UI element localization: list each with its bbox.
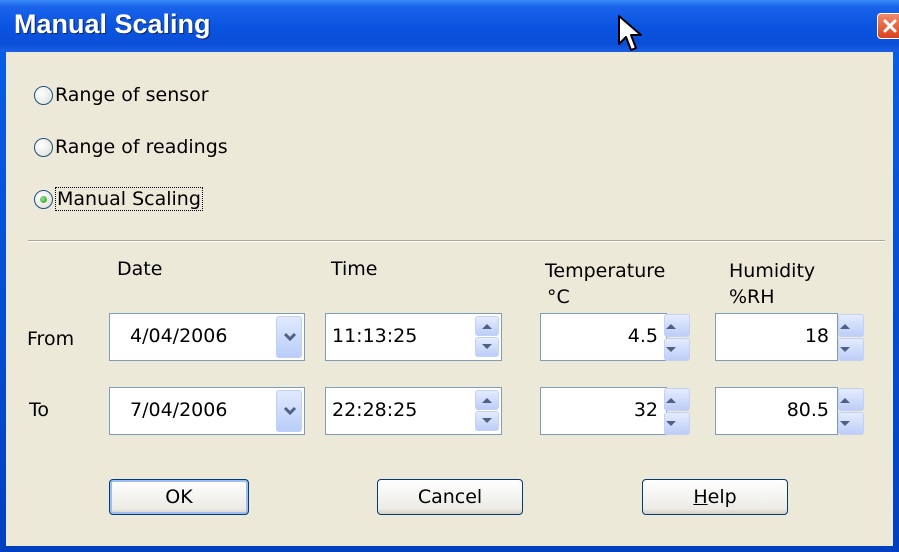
chevron-down-icon	[283, 406, 297, 416]
arrow-up-icon	[482, 398, 492, 403]
from-time-value: 11:13:25	[332, 325, 418, 347]
spin-up-button[interactable]	[838, 314, 864, 337]
to-temperature-field[interactable]: 32	[540, 387, 667, 435]
arrow-down-icon	[840, 421, 850, 426]
mouse-cursor-icon	[618, 15, 642, 51]
dialog-body: Range of sensor Range of readings Manual…	[6, 52, 893, 546]
from-humidity-spinner[interactable]	[838, 313, 864, 361]
radio-button[interactable]	[34, 85, 53, 105]
radio-manual-scaling[interactable]: Manual Scaling	[34, 185, 203, 213]
to-date-combo[interactable]: 7/04/2006	[109, 387, 305, 435]
radio-label: Range of readings	[55, 136, 228, 158]
arrow-down-icon	[482, 418, 492, 423]
column-header-humidity: Humidity %RH	[729, 258, 815, 310]
dialog-window: Manual Scaling Range of sensor Range of …	[0, 0, 899, 552]
radio-label: Manual Scaling	[55, 187, 203, 211]
column-header-temperature: Temperature °C	[545, 258, 665, 310]
ok-label: OK	[165, 486, 193, 508]
spin-up-button[interactable]	[475, 390, 499, 410]
to-temperature-spinner[interactable]	[664, 387, 690, 435]
from-time-spin[interactable]: 11:13:25	[325, 313, 502, 361]
arrow-down-icon	[482, 344, 492, 349]
from-temperature-value: 4.5	[627, 325, 658, 347]
spin-up-button[interactable]	[664, 314, 690, 337]
from-humidity-field[interactable]: 18	[715, 313, 838, 361]
to-humidity-field[interactable]: 80.5	[715, 387, 838, 435]
to-humidity-spinner[interactable]	[838, 387, 864, 435]
to-date-value: 7/04/2006	[130, 399, 228, 421]
radio-range-of-readings[interactable]: Range of readings	[34, 133, 228, 161]
humidity-unit: %RH	[729, 286, 775, 308]
column-header-date: Date	[117, 258, 163, 280]
dropdown-button[interactable]	[276, 390, 302, 432]
humidity-title: Humidity	[729, 260, 816, 282]
arrow-up-icon	[840, 398, 850, 403]
radio-label: Range of sensor	[55, 84, 209, 106]
arrow-down-icon	[840, 347, 850, 352]
temperature-unit: °C	[547, 286, 570, 308]
from-date-value: 4/04/2006	[130, 325, 228, 347]
arrow-up-icon	[840, 324, 850, 329]
spin-down-button[interactable]	[475, 337, 499, 357]
close-icon	[883, 19, 897, 33]
close-button[interactable]	[877, 13, 899, 39]
time-spinner[interactable]	[475, 316, 499, 358]
arrow-up-icon	[482, 324, 492, 329]
help-mnemonic: H	[693, 486, 708, 508]
help-label: Help	[693, 486, 736, 508]
spin-down-button[interactable]	[838, 412, 864, 435]
time-spinner[interactable]	[475, 390, 499, 432]
from-date-combo[interactable]: 4/04/2006	[109, 313, 305, 361]
arrow-up-icon	[666, 324, 676, 329]
separator	[28, 240, 885, 242]
to-temperature-value: 32	[633, 399, 658, 421]
chevron-down-icon	[283, 332, 297, 342]
window-title: Manual Scaling	[14, 9, 211, 39]
ok-button[interactable]: OK	[109, 479, 249, 515]
radio-button-checked[interactable]	[34, 189, 53, 209]
row-label-from: From	[27, 328, 75, 350]
cancel-button[interactable]: Cancel	[377, 479, 523, 515]
radio-button[interactable]	[34, 137, 53, 157]
spin-down-button[interactable]	[838, 338, 864, 361]
temperature-title: Temperature	[545, 260, 666, 282]
row-label-to: To	[29, 399, 50, 421]
arrow-down-icon	[666, 347, 676, 352]
arrow-down-icon	[666, 421, 676, 426]
cancel-label: Cancel	[417, 486, 483, 508]
spin-down-button[interactable]	[664, 412, 690, 435]
radio-range-of-sensor[interactable]: Range of sensor	[34, 81, 209, 109]
spin-down-button[interactable]	[664, 338, 690, 361]
spin-up-button[interactable]	[475, 316, 499, 336]
help-label-rest: elp	[707, 486, 737, 508]
help-button[interactable]: Help	[642, 479, 788, 515]
column-header-time: Time	[331, 258, 378, 280]
dropdown-button[interactable]	[276, 316, 302, 358]
to-humidity-value: 80.5	[786, 399, 829, 421]
to-time-value: 22:28:25	[332, 399, 418, 421]
from-temperature-field[interactable]: 4.5	[540, 313, 667, 361]
spin-up-button[interactable]	[838, 388, 864, 411]
from-temperature-spinner[interactable]	[664, 313, 690, 361]
from-humidity-value: 18	[804, 325, 829, 347]
to-time-spin[interactable]: 22:28:25	[325, 387, 502, 435]
title-bar[interactable]: Manual Scaling	[0, 0, 899, 52]
spin-down-button[interactable]	[475, 411, 499, 431]
arrow-up-icon	[666, 398, 676, 403]
spin-up-button[interactable]	[664, 388, 690, 411]
